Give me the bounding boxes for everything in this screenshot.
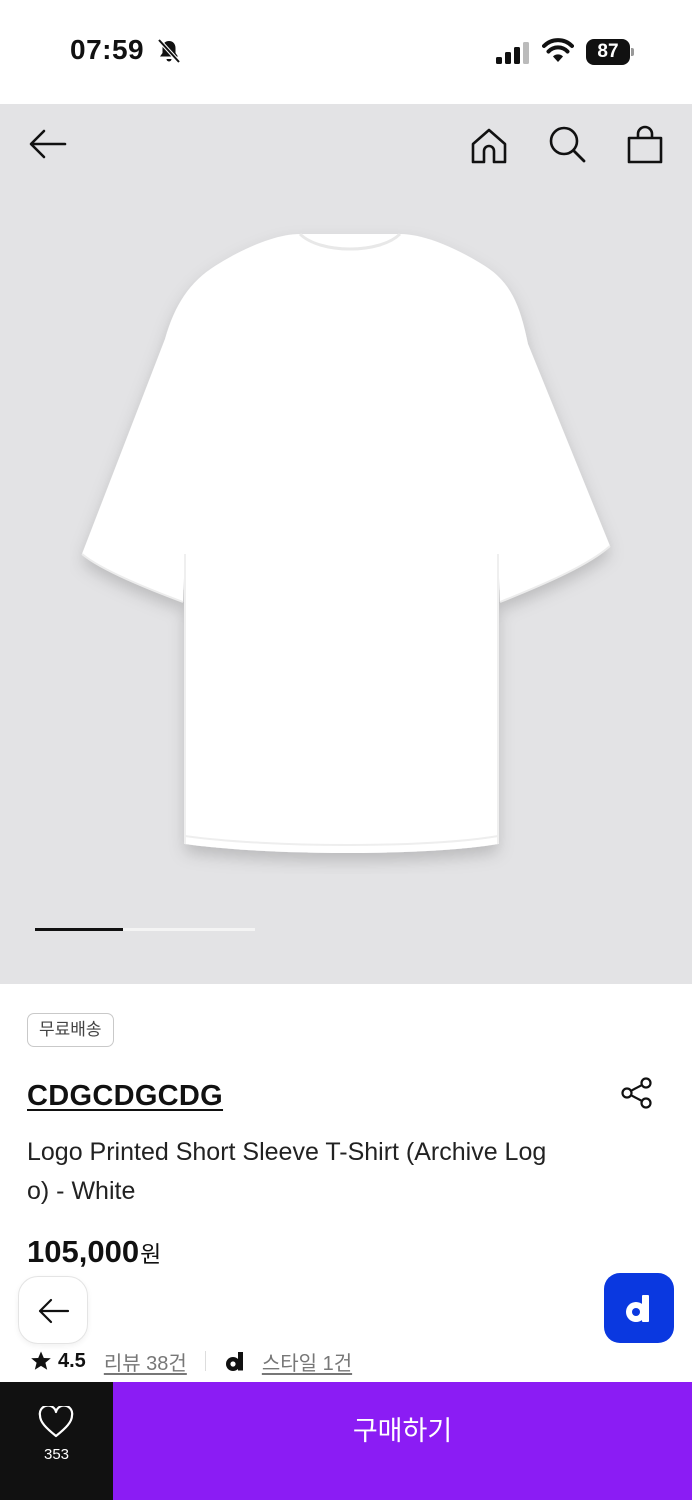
battery-tip: [631, 48, 634, 56]
free-shipping-badge: 무료배송: [27, 1013, 114, 1047]
styles-link[interactable]: 스타일 1건: [262, 1347, 352, 1376]
status-time: 07:59: [70, 34, 145, 65]
price-currency: 원: [140, 1241, 162, 1267]
tshirt-image: [81, 232, 611, 853]
reviews-link[interactable]: 리뷰 38건: [104, 1347, 187, 1376]
product-title: Logo Printed Short Sleeve T-Shirt (Archi…: [27, 1138, 547, 1205]
d-logo-icon: [225, 1352, 243, 1371]
like-button[interactable]: 353: [0, 1382, 113, 1500]
price-amount: 105,000: [27, 1234, 140, 1269]
rating-row: 4.5 리뷰 38건 스타일 1건: [30, 1346, 352, 1376]
search-icon[interactable]: [547, 124, 587, 164]
star-icon: [31, 1351, 51, 1370]
gallery-progress-fill: [35, 928, 123, 931]
status-bar: 07:59 87: [0, 0, 692, 104]
home-icon[interactable]: [469, 126, 509, 166]
bottom-action-bar: 353 구매하기: [0, 1382, 692, 1500]
battery-indicator: 87: [586, 39, 634, 65]
product-price: 105,000원: [27, 1234, 161, 1270]
arrow-left-icon[interactable]: [28, 124, 68, 164]
share-icon[interactable]: [620, 1076, 654, 1110]
heart-icon: [38, 1406, 74, 1438]
product-image-gallery[interactable]: [0, 104, 692, 984]
floating-brand-button[interactable]: [604, 1273, 674, 1343]
wifi-icon: [542, 38, 574, 62]
brand-link[interactable]: CDGCDGCDG: [27, 1080, 223, 1113]
arrow-left-icon: [38, 1298, 70, 1324]
buy-button[interactable]: 구매하기: [113, 1382, 692, 1500]
rating-value: 4.5: [58, 1349, 86, 1372]
battery-level: 87: [586, 39, 630, 65]
d-logo-icon: [626, 1295, 649, 1322]
like-count: 353: [43, 1446, 70, 1463]
cellular-signal-icon: [496, 42, 529, 64]
shopping-bag-icon[interactable]: [625, 124, 665, 164]
floating-back-button[interactable]: [18, 1276, 88, 1344]
meta-divider: [204, 1351, 206, 1371]
gallery-progress: [35, 928, 255, 931]
bell-muted-icon: [157, 38, 181, 64]
